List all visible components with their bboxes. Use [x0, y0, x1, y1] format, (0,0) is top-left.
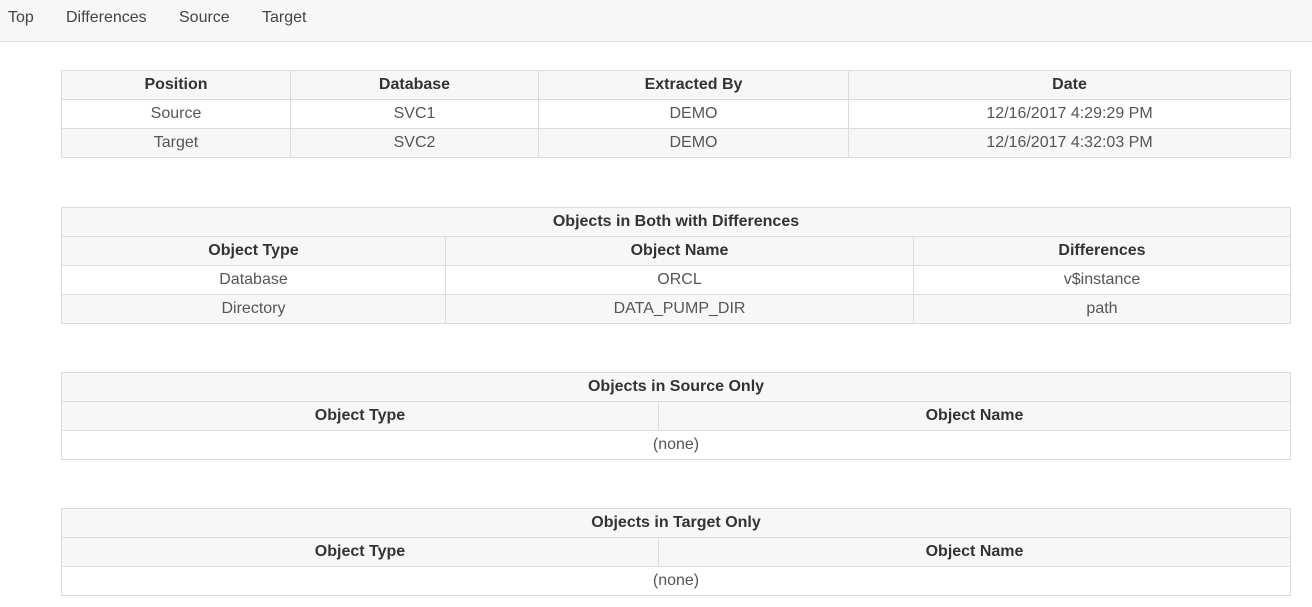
cell-database: SVC2 [290, 128, 539, 158]
table-title-source-only: Objects in Source Only [60, 372, 1292, 402]
column-header-database: Database [290, 70, 539, 100]
nav-link-source[interactable]: Source [179, 9, 230, 27]
cell-extracted-by: DEMO [538, 99, 849, 129]
table-title-row: Objects in Source Only [60, 372, 1292, 402]
table-row: Directory DATA_PUMP_DIR path [61, 294, 1291, 324]
source-only-header-row: Object Type Object Name [61, 401, 1292, 431]
cell-extracted-by: DEMO [538, 128, 849, 158]
column-header-object-name: Object Name [445, 236, 914, 266]
column-header-differences: Differences [913, 236, 1291, 266]
nav-link-target[interactable]: Target [262, 9, 306, 27]
column-header-object-type: Object Type [61, 537, 659, 567]
table-title-row: Objects in Target Only [60, 508, 1292, 538]
cell-object-type: Directory [61, 294, 446, 324]
cell-object-name: DATA_PUMP_DIR [445, 294, 914, 324]
column-header-object-type: Object Type [61, 401, 659, 431]
objects-both-table: Objects in Both with Differences Object … [61, 207, 1291, 324]
table-title-row: Objects in Both with Differences [61, 207, 1291, 237]
summary-table: Position Database Extracted By Date Sour… [61, 70, 1291, 158]
table-row: Source SVC1 DEMO 12/16/2017 4:29:29 PM [61, 99, 1291, 129]
objects-source-only-table: Objects in Source Only Object Type Objec… [60, 372, 1292, 460]
cell-object-type: Database [61, 265, 446, 295]
nav-link-differences[interactable]: Differences [66, 9, 147, 27]
column-header-date: Date [848, 70, 1291, 100]
column-header-object-name: Object Name [657, 537, 1292, 567]
table-row: (none) [60, 566, 1292, 596]
table-row: (none) [60, 430, 1292, 460]
empty-placeholder: (none) [60, 430, 1292, 460]
target-only-header-row: Object Type Object Name [61, 537, 1292, 567]
cell-differences[interactable]: v$instance [913, 265, 1291, 295]
objects-target-only-table: Objects in Target Only Object Type Objec… [60, 508, 1292, 596]
cell-database: SVC1 [290, 99, 539, 129]
cell-position: Target [61, 128, 291, 158]
cell-object-name: ORCL [445, 265, 914, 295]
column-header-object-name: Object Name [657, 401, 1292, 431]
cell-date: 12/16/2017 4:29:29 PM [848, 99, 1291, 129]
column-header-object-type: Object Type [61, 236, 446, 266]
table-title-objects-both: Objects in Both with Differences [61, 207, 1291, 237]
table-row: Target SVC2 DEMO 12/16/2017 4:32:03 PM [61, 128, 1291, 158]
summary-header-row: Position Database Extracted By Date [61, 70, 1291, 100]
column-header-position: Position [61, 70, 291, 100]
table-title-target-only: Objects in Target Only [60, 508, 1292, 538]
cell-position: Source [61, 99, 291, 129]
top-navbar: Top Differences Source Target [0, 0, 1312, 42]
cell-date: 12/16/2017 4:32:03 PM [848, 128, 1291, 158]
nav-link-top[interactable]: Top [8, 9, 34, 27]
cell-differences[interactable]: path [913, 294, 1291, 324]
objects-both-header-row: Object Type Object Name Differences [61, 236, 1291, 266]
empty-placeholder: (none) [60, 566, 1292, 596]
table-row: Database ORCL v$instance [61, 265, 1291, 295]
column-header-extracted-by: Extracted By [538, 70, 849, 100]
